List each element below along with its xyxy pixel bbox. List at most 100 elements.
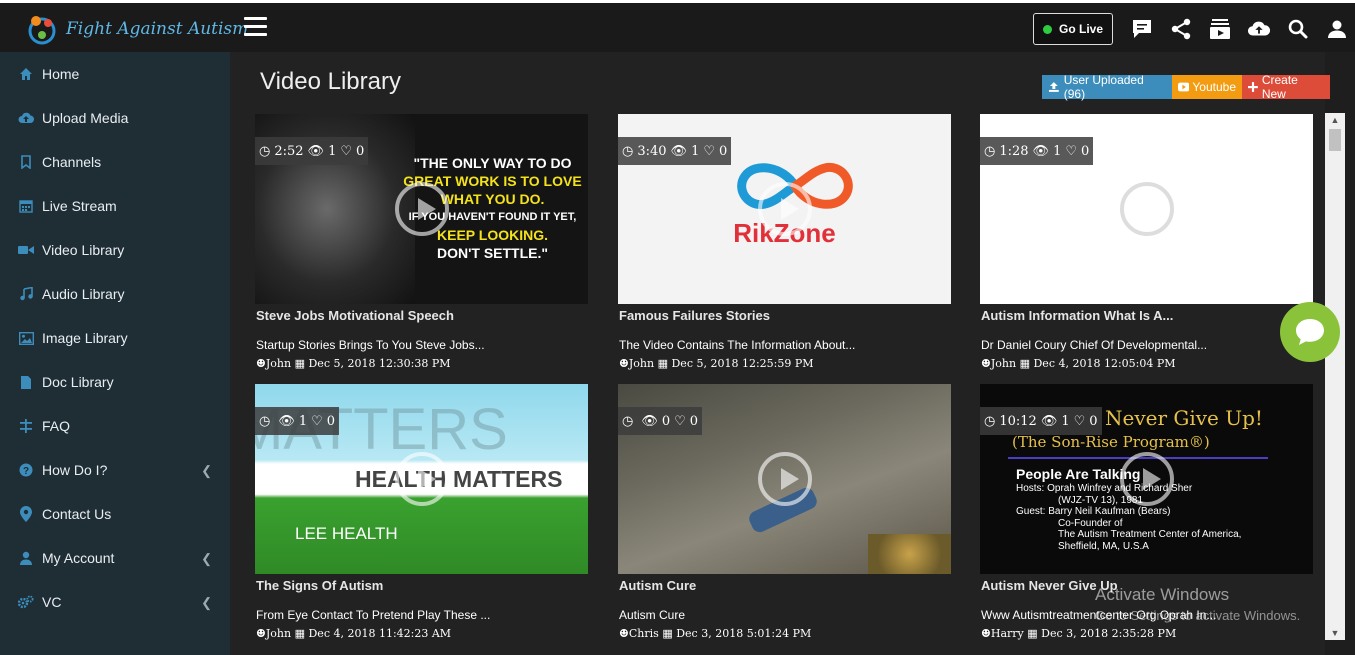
user-icon: ☻ xyxy=(981,357,991,370)
sidebar-item-label: VC xyxy=(42,594,62,610)
menu-toggle-icon[interactable] xyxy=(244,17,267,36)
video-likes: 0 xyxy=(1089,413,1098,429)
playlist-icon[interactable] xyxy=(1208,17,1232,41)
cloud-upload-icon[interactable] xyxy=(1247,17,1271,41)
user-uploaded-button[interactable]: User Uploaded (96) xyxy=(1042,73,1172,101)
sidebar-item-label: Home xyxy=(42,66,80,82)
sidebar-item-label: Image Library xyxy=(42,330,128,346)
play-icon[interactable] xyxy=(1119,182,1174,236)
video-card[interactable]: MATTERS HEALTH MATTERS LEE HEALTH ◷ 👁 1 … xyxy=(255,384,588,640)
video-date: Dec 5, 2018 12:30:38 PM xyxy=(308,357,451,370)
sidebar-item-image-library[interactable]: Image Library xyxy=(0,316,230,360)
video-date: Dec 3, 2018 5:01:24 PM xyxy=(676,627,812,640)
go-live-button[interactable]: Go Live xyxy=(1033,13,1113,45)
play-icon[interactable] xyxy=(394,452,449,506)
clock-icon: ◷ xyxy=(622,413,634,429)
scroll-up-arrow-icon[interactable]: ▲ xyxy=(1325,113,1345,127)
eye-icon: 👁 xyxy=(670,143,688,159)
video-likes: 0 xyxy=(326,413,336,429)
chevron-left-icon[interactable]: ❮ xyxy=(201,595,212,611)
video-card[interactable]: "THE ONLY WAY TO DO GREAT WORK IS TO LOV… xyxy=(255,114,588,370)
music-icon xyxy=(18,286,34,302)
video-thumbnail[interactable]: ◷ 👁 0 ♡ 0 xyxy=(618,384,951,574)
cloud-upload-icon xyxy=(18,110,34,126)
sidebar-item-home[interactable]: Home xyxy=(0,52,230,96)
user-icon: ☻ xyxy=(619,357,629,370)
sidebar-item-how-do-i[interactable]: ? How Do I? ❮ xyxy=(0,448,230,492)
chat-icon[interactable] xyxy=(1130,17,1154,41)
sidebar-item-audio-library[interactable]: Audio Library xyxy=(0,272,230,316)
play-icon[interactable] xyxy=(757,182,812,236)
sidebar-item-label: Audio Library xyxy=(42,286,125,302)
video-title[interactable]: Autism Cure xyxy=(618,578,951,596)
live-chat-button[interactable] xyxy=(1280,302,1340,362)
video-card[interactable]: ◷ 👁 0 ♡ 0 Autism Cure Autism Cure ☻ Chri… xyxy=(618,384,951,640)
video-views: 1 xyxy=(298,413,308,429)
video-duration: 2:52 xyxy=(274,143,304,159)
video-title[interactable]: The Signs Of Autism xyxy=(255,578,588,596)
video-camera-icon xyxy=(18,242,34,258)
user-icon[interactable] xyxy=(1325,17,1349,41)
page-title: Video Library xyxy=(260,68,401,95)
video-thumbnail[interactable]: MATTERS HEALTH MATTERS LEE HEALTH ◷ 👁 1 … xyxy=(255,384,588,574)
vertical-scrollbar[interactable]: ▲ ▼ xyxy=(1325,113,1345,640)
sidebar-item-channels[interactable]: Channels xyxy=(0,140,230,184)
eye-icon: 👁 xyxy=(1040,413,1058,429)
eye-icon: 👁 xyxy=(307,143,325,159)
document-icon xyxy=(18,374,34,390)
sidebar-item-doc-library[interactable]: Doc Library xyxy=(0,360,230,404)
video-author: Harry xyxy=(990,627,1024,640)
heart-icon: ♡ xyxy=(1065,143,1077,159)
video-thumbnail[interactable]: RikZone ◷ 3:40 👁 1 ♡ 0 xyxy=(618,114,951,304)
scroll-down-arrow-icon[interactable]: ▼ xyxy=(1325,626,1345,640)
video-thumbnail[interactable]: ◷ 1:28 👁 1 ♡ 0 xyxy=(980,114,1313,304)
video-duration: 10:12 xyxy=(999,413,1037,429)
sidebar-item-live-stream[interactable]: Live Stream xyxy=(0,184,230,228)
video-stats: ◷ 10:12 👁 1 ♡ 0 xyxy=(980,407,1102,435)
video-thumbnail[interactable]: "THE ONLY WAY TO DO GREAT WORK IS TO LOV… xyxy=(255,114,588,304)
play-icon[interactable] xyxy=(394,182,449,236)
user-icon: ☻ xyxy=(619,627,629,640)
video-duration: 1:28 xyxy=(999,143,1029,159)
sidebar-item-my-account[interactable]: My Account ❮ xyxy=(0,536,230,580)
thumbnail-heading: Never Give Up! xyxy=(1105,406,1263,430)
user-icon: ☻ xyxy=(256,357,266,370)
share-icon[interactable] xyxy=(1169,17,1193,41)
video-title[interactable]: Autism Information What Is A... xyxy=(980,308,1313,326)
youtube-button[interactable]: Youtube xyxy=(1172,75,1242,99)
sidebar-item-vc[interactable]: VC ❮ xyxy=(0,580,230,624)
bookmark-icon xyxy=(18,154,34,170)
video-date: Dec 4, 2018 11:42:23 AM xyxy=(308,627,452,640)
video-card[interactable]: ◷ 1:28 👁 1 ♡ 0 Autism Information What I… xyxy=(980,114,1313,370)
calendar-icon: ▦ xyxy=(662,627,673,640)
main-content: Video Library User Uploaded (96) Youtube… xyxy=(230,52,1330,655)
create-new-button[interactable]: Create New xyxy=(1242,73,1330,101)
chevron-left-icon[interactable]: ❮ xyxy=(201,463,212,479)
faq-icon xyxy=(18,418,34,434)
eye-icon: 👁 xyxy=(278,413,295,429)
video-author: John xyxy=(265,357,292,370)
chevron-left-icon[interactable]: ❮ xyxy=(201,551,212,567)
calendar-icon: ▦ xyxy=(657,357,668,370)
video-description: The Video Contains The Information About… xyxy=(619,338,856,352)
video-card[interactable]: RikZone ◷ 3:40 👁 1 ♡ 0 Famous Failures S… xyxy=(618,114,951,370)
sidebar-item-faq[interactable]: FAQ xyxy=(0,404,230,448)
play-icon[interactable] xyxy=(1119,452,1174,506)
sidebar-item-video-library[interactable]: Video Library xyxy=(0,228,230,272)
video-thumbnail[interactable]: Never Give Up! (The Son-Rise Program®) P… xyxy=(980,384,1313,574)
brand-logo[interactable]: Fight Against Autism xyxy=(24,11,248,47)
heart-icon: ♡ xyxy=(703,143,715,159)
video-title[interactable]: Steve Jobs Motivational Speech xyxy=(255,308,588,326)
video-title[interactable]: Famous Failures Stories xyxy=(618,308,951,326)
sidebar-item-upload-media[interactable]: Upload Media xyxy=(0,96,230,140)
filter-button-group: User Uploaded (96) Youtube Create New xyxy=(1042,73,1330,101)
calendar-icon: ▦ xyxy=(1027,627,1038,640)
video-duration: 3:40 xyxy=(637,143,667,159)
svg-text:?: ? xyxy=(23,466,29,477)
scrollbar-thumb[interactable] xyxy=(1329,129,1341,151)
play-icon[interactable] xyxy=(757,452,812,506)
gears-icon xyxy=(18,594,34,610)
sidebar-item-contact-us[interactable]: Contact Us xyxy=(0,492,230,536)
clock-icon: ◷ xyxy=(984,143,996,159)
search-icon[interactable] xyxy=(1286,17,1310,41)
